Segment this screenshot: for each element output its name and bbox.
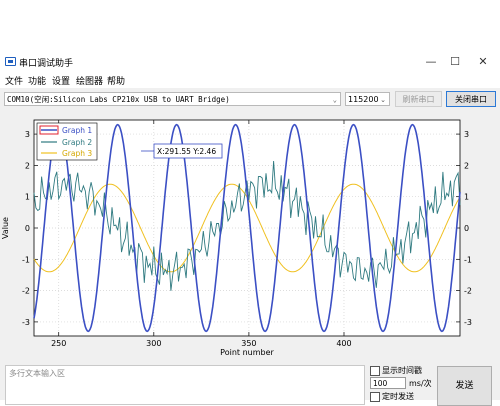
menu-settings[interactable]: 设置 <box>52 74 70 87</box>
y-tick-label-right: 1 <box>464 193 469 202</box>
legend-label-graph-2: Graph 2 <box>62 138 92 147</box>
y-tick-label-right: 3 <box>464 130 469 139</box>
interval-unit: ms/次 <box>409 379 432 388</box>
legend-label-graph-1: Graph 1 <box>62 126 92 135</box>
menu-plotter[interactable]: 绘图器 <box>76 74 103 87</box>
y-tick-label: -1 <box>22 255 30 264</box>
y-tick-label: -3 <box>22 318 30 327</box>
title-bar: 串口调试助手 — ☐ ✕ <box>0 52 500 73</box>
chevron-down-icon: ⌄ <box>332 96 337 104</box>
minimize-button[interactable]: — <box>418 53 444 71</box>
y-tick-label: -2 <box>22 287 30 296</box>
toolbar: COM10(空闲:Silicon Labs CP210x USB to UART… <box>0 88 500 112</box>
baud-select-value: 115200 <box>348 95 379 104</box>
menu-help[interactable]: 帮助 <box>107 74 125 87</box>
send-text-placeholder: 多行文本输入区 <box>9 369 65 378</box>
maximize-button[interactable]: ☐ <box>442 53 468 71</box>
close-port-button[interactable]: 关闭串口 <box>446 91 496 107</box>
y-tick-label-right: -2 <box>464 287 472 296</box>
menu-function[interactable]: 功能 <box>28 74 46 87</box>
x-tick-label: 300 <box>146 339 161 348</box>
y-tick-label-right: -3 <box>464 318 472 327</box>
timed-send-label: 定时发送 <box>382 392 414 401</box>
port-select[interactable]: COM10(空闲:Silicon Labs CP210x USB to UART… <box>4 92 341 106</box>
port-select-value: COM10(空闲:Silicon Labs CP210x USB to UART… <box>7 95 230 104</box>
menu-file[interactable]: 文件 <box>5 74 23 87</box>
chevron-down-icon: ⌄ <box>380 96 386 104</box>
x-tick-label: 350 <box>241 339 256 348</box>
x-tick-label: 250 <box>51 339 66 348</box>
x-axis-label: Point number <box>220 348 274 357</box>
y-axis-label: Value <box>1 217 10 239</box>
close-button[interactable]: ✕ <box>470 53 496 71</box>
legend: Graph 1 Graph 2 Graph 3 <box>36 122 98 161</box>
y-tick-label-right: -1 <box>464 255 472 264</box>
interval-input[interactable]: 100 <box>370 377 406 389</box>
send-button[interactable]: 发送 <box>437 366 492 406</box>
tooltip-text: X:291.55 Y:2.46 <box>157 147 216 156</box>
show-time-checkbox[interactable] <box>370 366 380 376</box>
send-text-area[interactable]: 多行文本输入区 <box>5 365 365 405</box>
line-chart[interactable]: 250 300 350 400 3 3 2 2 1 1 0 0 -1 -1 -2 -2 -3 -3 Value P… <box>0 112 500 360</box>
y-tick-label: 3 <box>25 130 30 139</box>
y-tick-label-right: 2 <box>464 161 469 170</box>
app-icon <box>5 57 16 66</box>
y-tick-label: 1 <box>25 193 30 202</box>
baud-select[interactable]: 115200 ⌄ <box>345 92 390 106</box>
y-tick-label: 2 <box>25 161 30 170</box>
window-title: 串口调试助手 <box>19 59 74 69</box>
legend-label-graph-3: Graph 3 <box>62 149 92 158</box>
menu-bar: 文件 功能 设置 绘图器 帮助 <box>0 72 500 88</box>
y-tick-label-right: 0 <box>464 224 469 233</box>
y-tick-label: 0 <box>25 224 30 233</box>
show-time-label: 显示时间戳 <box>382 366 422 375</box>
refresh-port-button[interactable]: 刷新串口 <box>395 91 442 107</box>
x-tick-label: 400 <box>336 339 351 348</box>
timed-send-checkbox[interactable] <box>370 392 380 402</box>
plot-area[interactable]: 250 300 350 400 3 3 2 2 1 1 0 0 -1 -1 -2 -2 -3 -3 Value P… <box>0 112 500 360</box>
